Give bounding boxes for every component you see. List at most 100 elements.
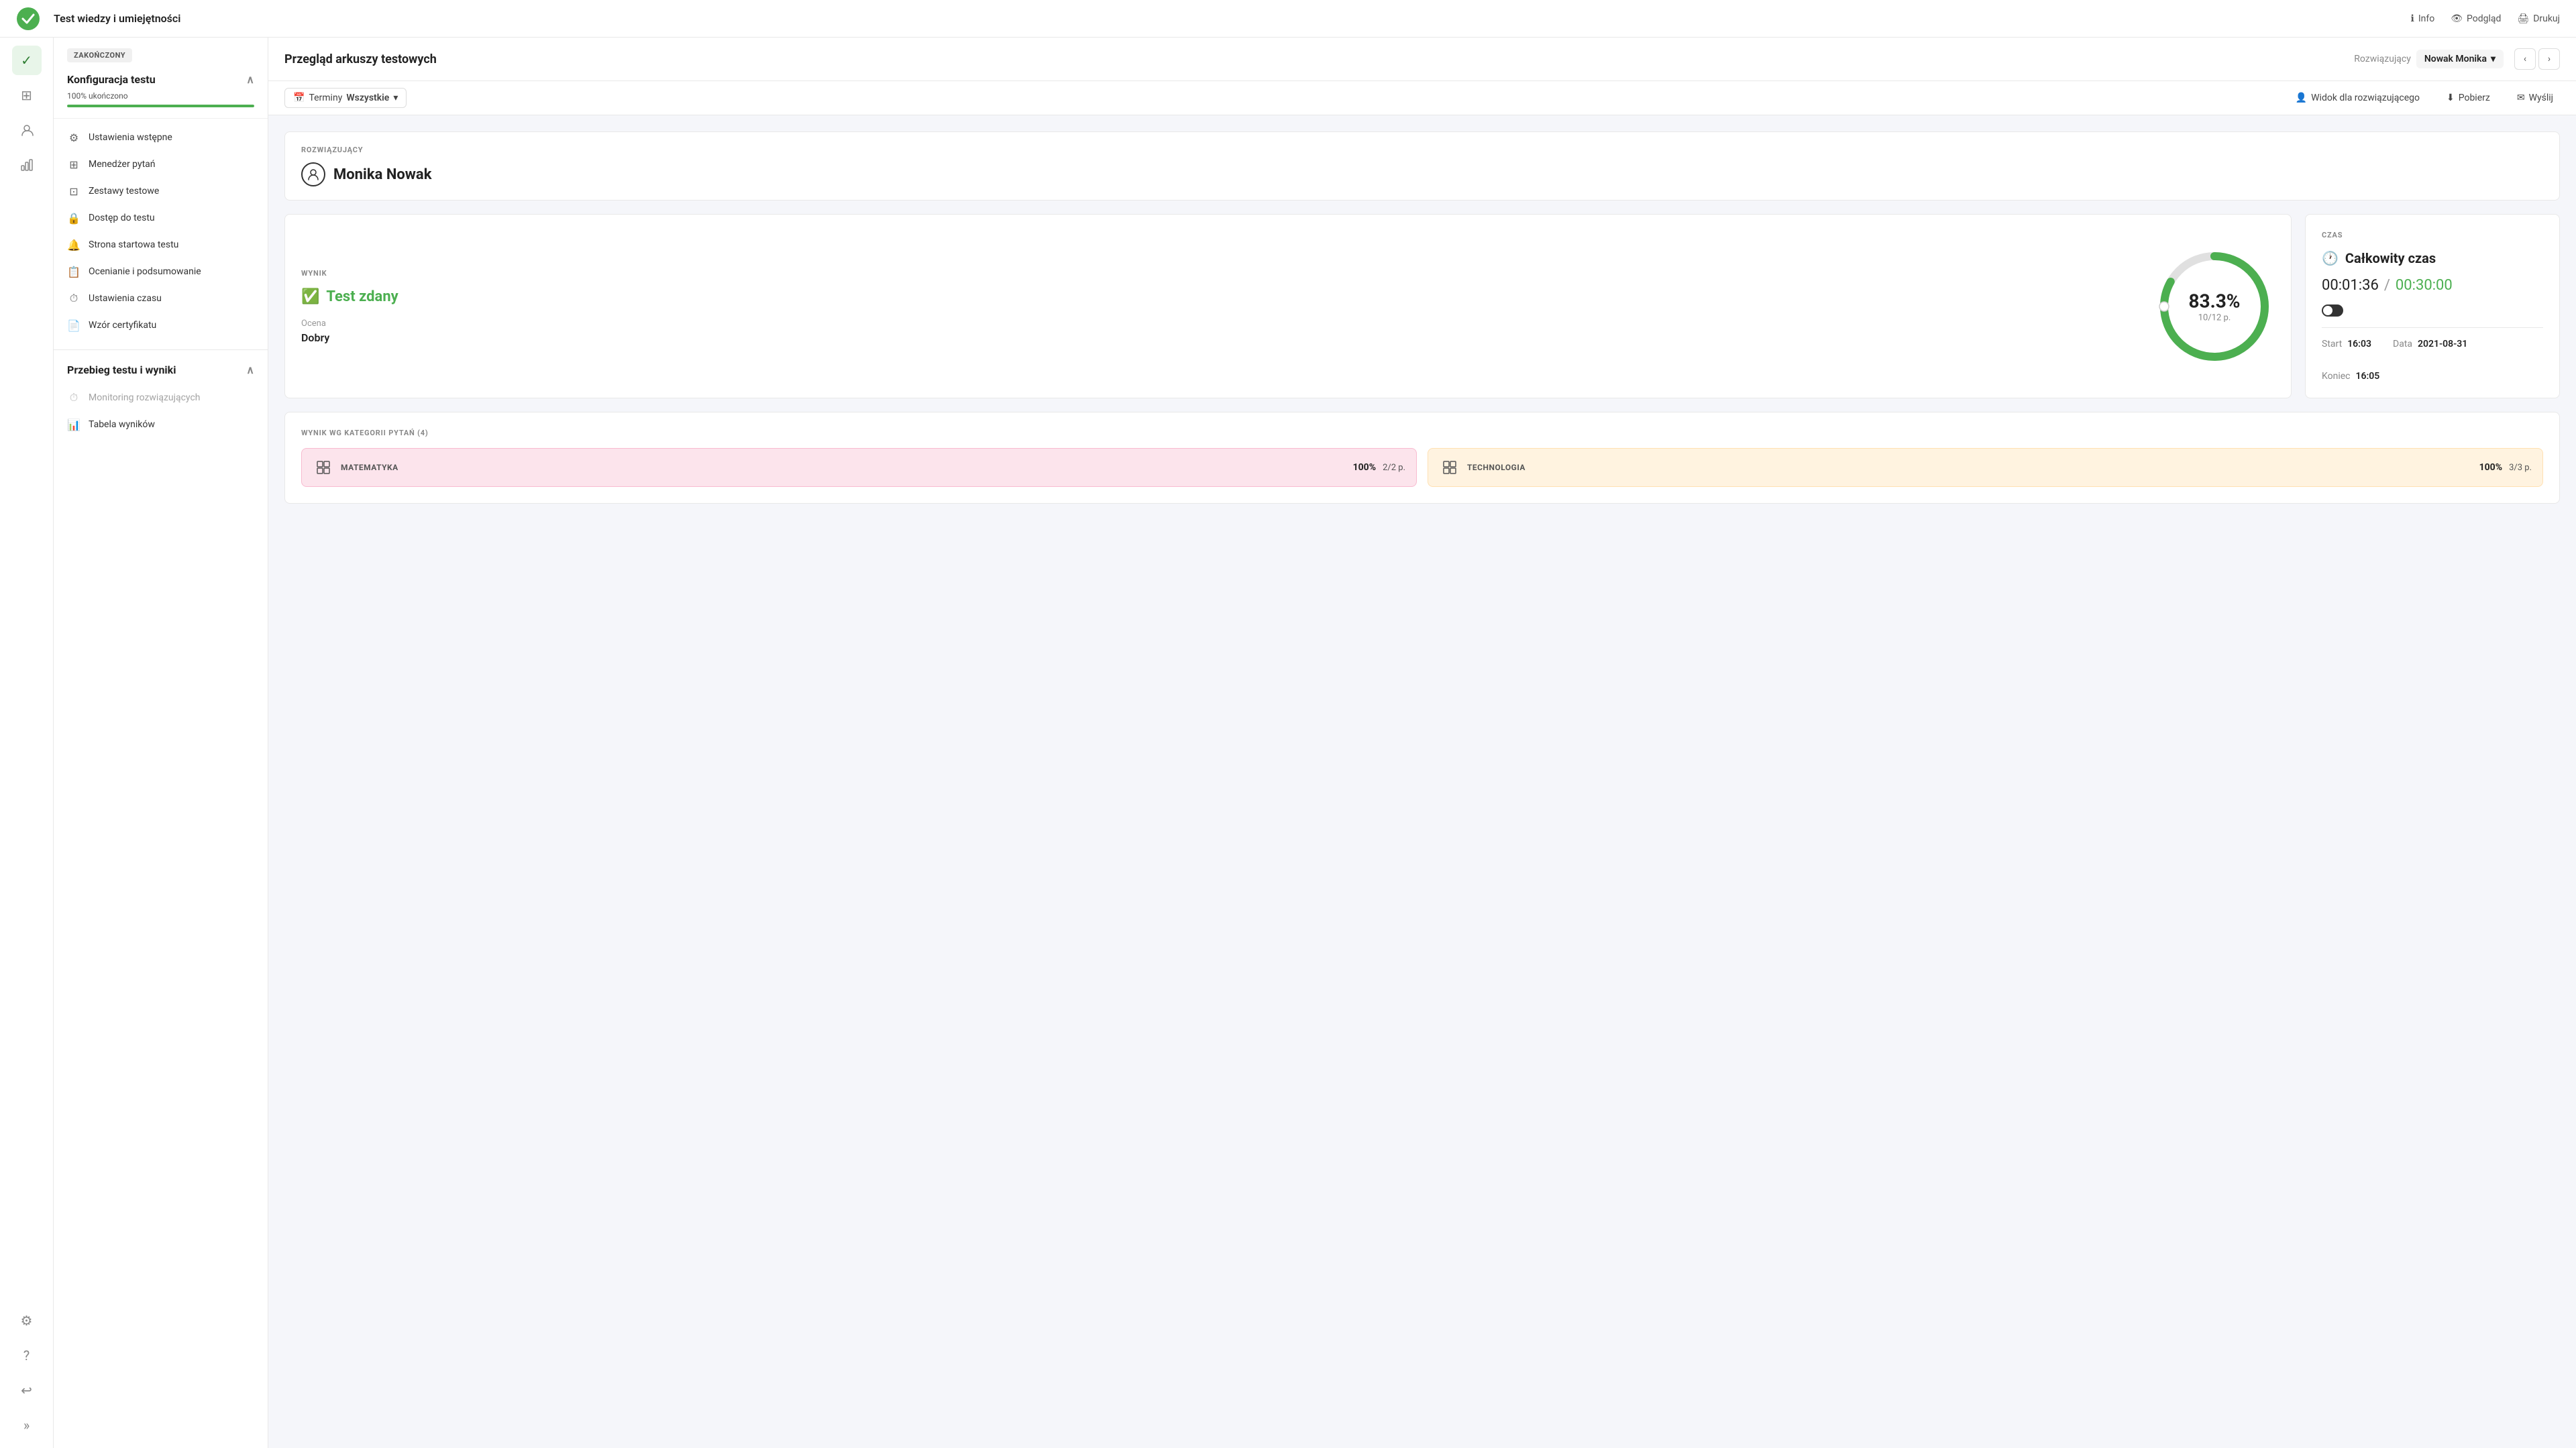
wynik-label: WYNIK <box>301 269 2138 278</box>
page-title: Test wiedzy i umiejętności <box>54 12 2411 25</box>
widok-button[interactable]: 👤 Widok dla rozwiązującego <box>2289 89 2426 107</box>
sidebar-icon-back[interactable]: ↩ <box>12 1376 42 1405</box>
info-icon: ℹ <box>2411 13 2414 24</box>
sidebar-icon-question[interactable]: ? <box>12 1341 42 1370</box>
start-meta: Start 16:03 <box>2322 339 2371 349</box>
manager-icon: ⊞ <box>67 158 80 171</box>
sidebar-icon-chart[interactable] <box>12 150 42 180</box>
progress-fill <box>67 105 254 107</box>
menu-item-czas[interactable]: ⏱ Ustawienia czasu <box>54 285 268 312</box>
section2-header: Przebieg testu i wyniki ∧ <box>54 355 268 379</box>
menu-item-zestawy[interactable]: ⊡ Zestawy testowe <box>54 178 268 205</box>
section2-menu: ⏱ Monitoring rozwiązujących 📊 Tabela wyn… <box>54 379 268 443</box>
menu-item-ocenianie[interactable]: 📋 Ocenianie i podsumowanie <box>54 258 268 285</box>
terminy-dropdown[interactable]: 📅 Terminy Wszystkie ▾ <box>284 88 407 108</box>
clipboard-icon: 📋 <box>67 265 80 278</box>
koniec-meta: Koniec 16:05 <box>2322 371 2379 382</box>
content-title: Przegląd arkuszy testowych <box>284 52 437 66</box>
circle-percent: 83.3% <box>2188 290 2240 312</box>
solver-info-label: ROZWIĄZUJĄCY <box>301 146 2543 154</box>
czas-time-main: 00:01:36 / 00:30:00 <box>2322 277 2543 294</box>
widok-icon: 👤 <box>2296 93 2307 103</box>
settings-icon: ⚙ <box>67 131 80 144</box>
czas-card: CZAS 🕐 Całkowity czas 00:01:36 / 00:30:0… <box>2305 214 2560 398</box>
czas-divider <box>2322 327 2543 328</box>
wynik-card: WYNIK ✅ Test zdany Ocena Dobry <box>284 214 2292 398</box>
category-name-matematyka: MATEMATYKA <box>341 463 1346 472</box>
content-scroll: ROZWIĄZUJĄCY Monika Nowak WYNI <box>268 115 2576 1448</box>
circle-points: 10/12 p. <box>2198 313 2231 323</box>
sidebar-icon-settings[interactable]: ⚙ <box>12 1306 42 1335</box>
solver-info-box: ROZWIĄZUJĄCY Monika Nowak <box>284 131 2560 201</box>
ocena-label: Ocena <box>301 319 2138 329</box>
info-button[interactable]: ℹ Info <box>2411 13 2435 24</box>
main-layout: ✓ ⊞ ⚙ ? ↩ » ZAKOŃCZONY <box>0 38 2576 1448</box>
mail-icon: ✉ <box>2517 93 2525 103</box>
next-button[interactable]: › <box>2538 48 2560 70</box>
clock-icon: ⏱ <box>67 292 80 305</box>
solver-label: Rozwiązujący <box>2354 54 2411 64</box>
drukuj-button[interactable]: 🖨 Drukuj <box>2517 13 2560 24</box>
category-pct-matematyka: 100% <box>1353 462 1376 473</box>
main-content: Przegląd arkuszy testowych Rozwiązujący … <box>268 38 2576 1448</box>
prev-button[interactable]: ‹ <box>2514 48 2536 70</box>
czas-title: 🕐 Całkowity czas <box>2322 250 2543 266</box>
section1-title: Konfiguracja testu ∧ <box>67 73 254 86</box>
progress-label: 100% ukończono <box>67 91 254 101</box>
pobierz-button[interactable]: ⬇ Pobierz <box>2440 89 2497 107</box>
menu-item-strona[interactable]: 🔔 Strona startowa testu <box>54 231 268 258</box>
left-panel: ZAKOŃCZONY Konfiguracja testu ∧ 100% uko… <box>54 38 268 1448</box>
categories-row: MATEMATYKA 100% 2/2 p. <box>301 448 2543 487</box>
section1-chevron[interactable]: ∧ <box>246 73 254 86</box>
wynik-left: WYNIK ✅ Test zdany Ocena Dobry <box>301 269 2138 344</box>
czas-meta: Start 16:03 Data 2021-08-31 Koniec 16:05 <box>2322 339 2543 382</box>
content-header: Przegląd arkuszy testowych Rozwiązujący … <box>268 38 2576 81</box>
menu-item-tabela[interactable]: 📊 Tabela wyników <box>54 411 268 438</box>
nav-arrows: ‹ › <box>2514 48 2560 70</box>
top-header: Test wiedzy i umiejętności ℹ Info 👁 Podg… <box>0 0 2576 38</box>
sidebar-icon-expand[interactable]: » <box>12 1410 42 1440</box>
sidebar-icon-grid[interactable]: ⊞ <box>12 80 42 110</box>
menu-item-menedzer[interactable]: ⊞ Menedżer pytań <box>54 151 268 178</box>
clock-title-icon: 🕐 <box>2322 250 2339 266</box>
progress-bar <box>67 105 254 107</box>
sidebar-icon-users[interactable] <box>12 115 42 145</box>
podglad-button[interactable]: 👁 Podgląd <box>2451 13 2501 24</box>
results-row: WYNIK ✅ Test zdany Ocena Dobry <box>284 214 2560 398</box>
cert-icon: 📄 <box>67 319 80 332</box>
category-name-technologia: TECHNOLOGIA <box>1467 463 2473 472</box>
category-technologia: TECHNOLOGIA 100% 3/3 p. <box>1428 448 2543 487</box>
menu-item-wzor[interactable]: 📄 Wzór certyfikatu <box>54 312 268 339</box>
section1-menu: ⚙ Ustawienia wstępne ⊞ Menedżer pytań ⊡ … <box>54 119 268 344</box>
section2-title: Przebieg testu i wyniki ∧ <box>67 364 254 376</box>
category-icon-technologia <box>1439 457 1460 478</box>
logo <box>16 7 40 31</box>
ocena-value: Dobry <box>301 331 2138 344</box>
header-actions: ℹ Info 👁 Podgląd 🖨 Drukuj <box>2411 13 2561 24</box>
section2-chevron[interactable]: ∧ <box>246 364 254 376</box>
section1-header: Konfiguracja testu ∧ 100% ukończono <box>67 73 254 107</box>
print-icon: 🖨 <box>2517 13 2529 24</box>
toggle-knob <box>2323 306 2332 315</box>
solver-info-name: Monika Nowak <box>301 162 2543 186</box>
category-icon-matematyka <box>313 457 334 478</box>
menu-item-ustawienia[interactable]: ⚙ Ustawienia wstępne <box>54 124 268 151</box>
sidebar-icon-check[interactable]: ✓ <box>12 46 42 75</box>
sidebar: ✓ ⊞ ⚙ ? ↩ » <box>0 38 54 1448</box>
eye-icon: 👁 <box>2451 13 2463 24</box>
lock-icon: 🔒 <box>67 211 80 225</box>
toggle-switch[interactable] <box>2322 304 2343 317</box>
category-pts-technologia: 3/3 p. <box>2509 463 2532 473</box>
czas-times: 00:01:36 / 00:30:00 <box>2322 277 2543 294</box>
solver-dropdown[interactable]: Nowak Monika ▾ <box>2416 50 2504 68</box>
circle-chart: 83.3% 10/12 p. <box>2154 246 2275 367</box>
menu-item-dostep[interactable]: 🔒 Dostęp do testu <box>54 205 268 231</box>
terminy-chevron-icon: ▾ <box>393 93 398 103</box>
czas-time-total: 00:30:00 <box>2396 277 2453 294</box>
check-circle-icon: ✅ <box>301 288 319 305</box>
menu-item-monitoring[interactable]: ⏱ Monitoring rozwiązujących <box>54 384 268 411</box>
section-divider <box>54 349 268 350</box>
wyslij-button[interactable]: ✉ Wyślij <box>2510 89 2560 107</box>
calendar-icon: 📅 <box>293 93 305 103</box>
solver-avatar <box>301 162 325 186</box>
